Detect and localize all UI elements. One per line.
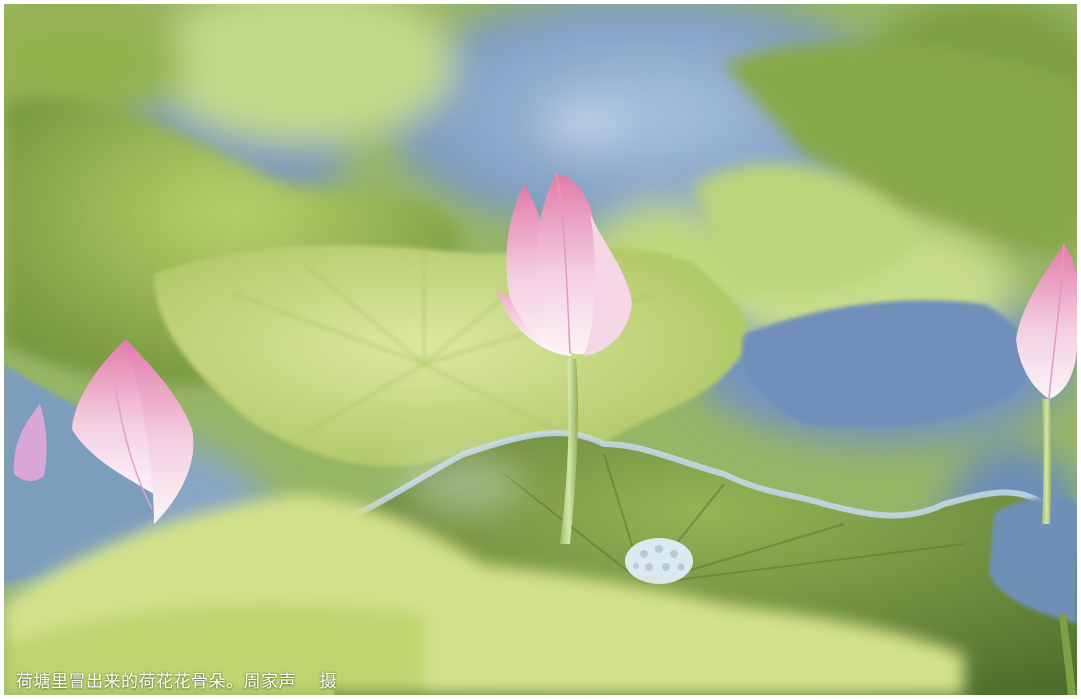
lotus-photo — [4, 4, 1077, 695]
photo-caption: 荷塘里冒出来的荷花花骨朵。周家声 摄 — [16, 672, 338, 692]
photo-frame: 荷塘里冒出来的荷花花骨朵。周家声 摄 — [4, 4, 1077, 695]
